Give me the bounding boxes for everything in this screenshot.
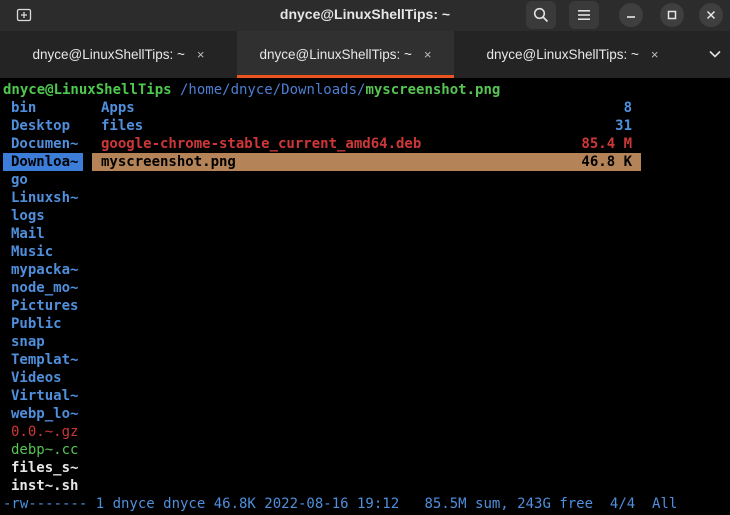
parent-item[interactable]: Videos: [11, 369, 62, 387]
parent-item[interactable]: debp~.cc: [11, 441, 78, 459]
tab-2[interactable]: dnyce@LinuxShellTips: ~ ×: [237, 31, 454, 78]
file-size: 85.4 M: [581, 136, 632, 152]
tab-3[interactable]: dnyce@LinuxShellTips: ~ ×: [454, 31, 691, 78]
tab-1[interactable]: dnyce@LinuxShellTips: ~ ×: [0, 31, 237, 78]
file-name-selected[interactable]: myscreenshot.png: [101, 153, 236, 171]
title-bar: dnyce@LinuxShellTips: ~: [0, 0, 730, 31]
chevron-down-icon: [709, 50, 721, 58]
parent-item[interactable]: Templat~: [11, 351, 78, 369]
parent-item[interactable]: Documen~: [11, 135, 78, 153]
tab-label: dnyce@LinuxShellTips: ~: [32, 47, 185, 62]
tab-close-icon[interactable]: ×: [197, 47, 205, 62]
parent-item[interactable]: node_mo~: [11, 279, 78, 297]
maximize-button[interactable]: [660, 3, 684, 27]
tab-label: dnyce@LinuxShellTips: ~: [486, 47, 639, 62]
tab-label: dnyce@LinuxShellTips: ~: [259, 47, 412, 62]
prompt-line: dnyce@LinuxShellTips /home/dnyce/Downloa…: [3, 81, 500, 99]
parent-item-selected[interactable]: Downloa~: [11, 153, 78, 171]
parent-item[interactable]: webp_lo~: [11, 405, 78, 423]
file-name[interactable]: files: [101, 117, 143, 135]
search-icon: [533, 7, 549, 23]
maximize-icon: [667, 10, 677, 20]
parent-item[interactable]: Pictures: [11, 297, 78, 315]
file-size: 8: [623, 100, 632, 116]
parent-item[interactable]: 0.0.~.gz: [11, 423, 78, 441]
parent-item[interactable]: Mail: [11, 225, 45, 243]
close-window-button[interactable]: [699, 3, 723, 27]
status-summary: 85.5M sum, 243G free 4/4 All: [424, 496, 678, 512]
prompt-user-host: dnyce@LinuxShellTips: [3, 82, 172, 98]
parent-item[interactable]: logs: [11, 207, 45, 225]
hamburger-menu-icon: [578, 10, 590, 20]
tab-bar: dnyce@LinuxShellTips: ~ × dnyce@LinuxShe…: [0, 31, 730, 78]
parent-item[interactable]: inst~.sh: [11, 477, 78, 495]
parent-item[interactable]: Music: [11, 243, 53, 261]
minimize-button[interactable]: [619, 3, 643, 27]
prompt-file: myscreenshot.png: [365, 82, 501, 98]
parent-item[interactable]: Public: [11, 315, 62, 333]
tab-close-icon[interactable]: ×: [651, 47, 659, 62]
parent-item[interactable]: Desktop: [11, 117, 70, 135]
new-tab-icon: [16, 8, 32, 22]
search-button[interactable]: [526, 1, 556, 29]
parent-item[interactable]: Virtual~: [11, 387, 78, 405]
file-name[interactable]: Apps: [101, 99, 135, 117]
new-tab-button[interactable]: [7, 3, 41, 27]
parent-item[interactable]: mypacka~: [11, 261, 78, 279]
file-name[interactable]: google-chrome-stable_current_amd64.deb: [101, 135, 421, 153]
menu-button[interactable]: [569, 1, 599, 29]
status-line: -rw------- 1 dnyce dnyce 46.8K 2022-08-1…: [3, 495, 677, 513]
status-file-info: -rw------- 1 dnyce dnyce 46.8K 2022-08-1…: [3, 496, 400, 512]
parent-item[interactable]: bin: [11, 99, 36, 117]
parent-item[interactable]: Linuxsh~: [11, 189, 78, 207]
terminal-area[interactable]: dnyce@LinuxShellTips /home/dnyce/Downloa…: [0, 79, 730, 515]
tab-list-button[interactable]: [706, 44, 724, 64]
close-icon: [706, 10, 716, 20]
parent-item[interactable]: files_s~: [11, 459, 78, 477]
file-size: 31: [615, 118, 632, 134]
prompt-path: /home/dnyce/Downloads/: [171, 82, 366, 98]
parent-item[interactable]: go: [11, 171, 28, 189]
minimize-icon: [627, 16, 635, 18]
tab-close-icon[interactable]: ×: [424, 47, 432, 62]
parent-item[interactable]: snap: [11, 333, 45, 351]
file-size-selected: 46.8 K: [581, 154, 632, 170]
